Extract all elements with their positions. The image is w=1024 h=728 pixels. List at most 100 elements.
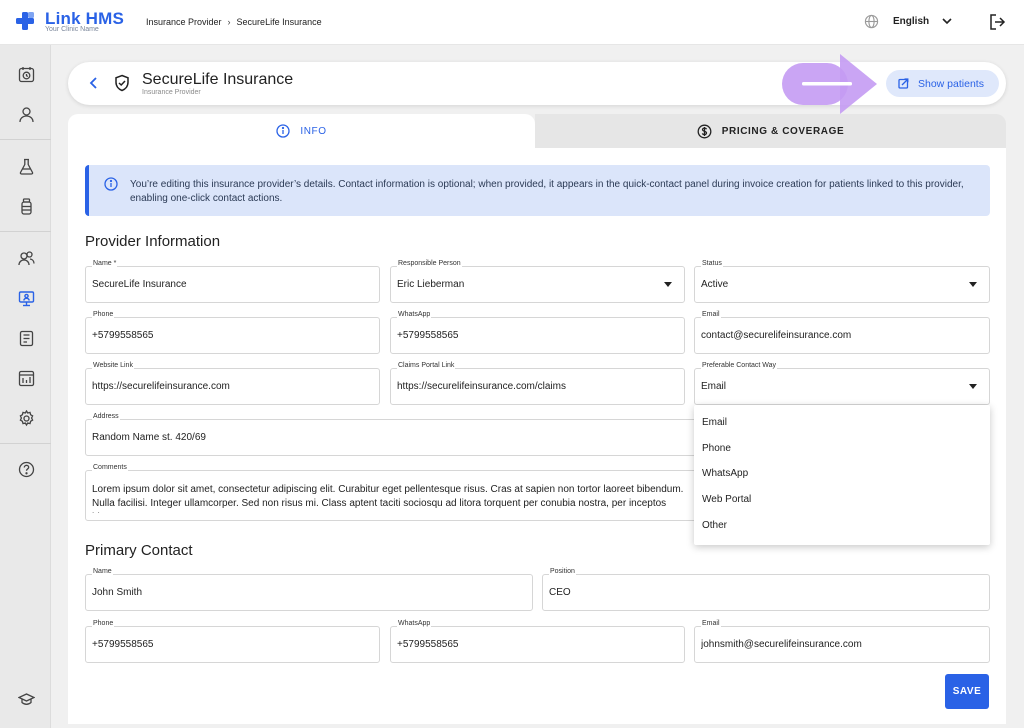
help-icon: [18, 461, 34, 477]
chevron-down-icon: [942, 18, 952, 25]
document-list-icon: [19, 330, 33, 346]
breadcrumb-item-insurance-provider[interactable]: Insurance Provider: [146, 17, 222, 27]
claims-portal-field[interactable]: Claims Portal Link https://securelifeins…: [390, 362, 685, 405]
alert-text: You’re editing this insurance provider’s…: [130, 179, 964, 204]
status-label: Status: [701, 260, 723, 267]
page-subtitle: Insurance Provider: [142, 89, 201, 96]
email-label: Email: [701, 311, 721, 318]
bottle-icon: [20, 197, 32, 215]
section-title-provider: Provider Information: [85, 233, 221, 250]
user-icon: [18, 106, 34, 122]
website-value: https://securelifeinsurance.com: [92, 381, 230, 392]
language-label: English: [893, 16, 930, 27]
whatsapp-label: WhatsApp: [397, 311, 432, 318]
tab-pricing-coverage[interactable]: PRICING & COVERAGE: [535, 114, 1006, 148]
status-value: Active: [701, 279, 729, 290]
contact-position-label: Position: [549, 568, 576, 575]
breadcrumb-item-current: SecureLife Insurance: [236, 17, 322, 27]
contact-whatsapp-value: +5799558565: [397, 639, 459, 650]
back-arrow-icon[interactable]: [86, 75, 102, 91]
logout-icon[interactable]: [989, 14, 1006, 30]
clinic-name: Your Clinic Name: [45, 26, 99, 33]
contact-position-field[interactable]: Position CEO: [542, 568, 990, 611]
settings-icon: [19, 409, 33, 426]
responsible-person-label: Responsible Person: [397, 260, 462, 267]
page-title: SecureLife Insurance: [142, 71, 294, 88]
sidebar-divider: [0, 231, 51, 232]
sidebar-item-help[interactable]: [15, 458, 37, 480]
contact-phone-value: +5799558565: [92, 639, 154, 650]
sidebar-item-learning[interactable]: [15, 688, 37, 710]
sidebar-item-pharmacy[interactable]: [15, 195, 37, 217]
phone-label: Phone: [92, 311, 115, 318]
caret-down-icon: [969, 282, 977, 287]
sidebar-item-staff[interactable]: [15, 247, 37, 269]
top-bar: Link HMS Your Clinic Name Insurance Prov…: [0, 0, 1024, 45]
contact-way-dropdown-menu: Email Phone WhatsApp Web Portal Other: [694, 405, 990, 545]
comments-label: Comments: [92, 464, 128, 471]
contact-phone-label: Phone: [92, 620, 115, 627]
status-select[interactable]: Status Active: [694, 260, 990, 303]
menu-item-phone[interactable]: Phone: [694, 436, 990, 462]
sidebar-item-settings[interactable]: [15, 407, 37, 429]
address-value: Random Name st. 420/69: [92, 432, 206, 443]
info-icon: [104, 177, 118, 191]
sidebar-item-insurance[interactable]: [0, 280, 51, 316]
contact-name-label: Name: [92, 568, 113, 575]
sidebar-item-appointments[interactable]: [15, 63, 37, 85]
report-icon: [18, 370, 34, 386]
preferable-contact-select[interactable]: Preferable Contact Way Email: [694, 362, 990, 405]
preferable-contact-label: Preferable Contact Way: [701, 362, 778, 369]
contact-position-value: CEO: [549, 587, 571, 598]
website-label: Website Link: [92, 362, 134, 369]
show-patients-label: Show patients: [918, 77, 984, 90]
menu-item-web-portal[interactable]: Web Portal: [694, 487, 990, 513]
tab-info[interactable]: INFO: [68, 114, 535, 148]
phone-value: +5799558565: [92, 330, 154, 341]
contact-name-value: John Smith: [92, 587, 143, 598]
comments-value: Lorem ipsum dolor sit amet, consectetur …: [92, 484, 684, 513]
contact-email-label: Email: [701, 620, 721, 627]
email-value: contact@securelifeinsurance.com: [701, 330, 852, 341]
globe-icon: [864, 14, 879, 29]
whatsapp-field[interactable]: WhatsApp +5799558565: [390, 311, 685, 354]
logo-cross-icon: [16, 12, 34, 30]
flask-icon: [19, 158, 33, 175]
monitor-user-icon: [18, 290, 34, 306]
responsible-person-select[interactable]: Responsible Person Eric Lieberman: [390, 260, 685, 303]
calendar-clock-icon: [18, 66, 34, 82]
caret-down-icon: [969, 384, 977, 389]
tab-pricing-label: PRICING & COVERAGE: [721, 125, 845, 137]
contact-name-field[interactable]: Name John Smith: [85, 568, 533, 611]
external-link-icon: [898, 78, 909, 89]
section-title-primary-contact: Primary Contact: [85, 542, 193, 559]
name-field[interactable]: Name * SecureLife Insurance: [85, 260, 380, 303]
show-patients-button[interactable]: Show patients: [886, 70, 999, 97]
whatsapp-value: +5799558565: [397, 330, 459, 341]
claims-portal-label: Claims Portal Link: [397, 362, 456, 369]
annotation-arrow-icon: [782, 54, 877, 114]
users-icon: [17, 250, 35, 265]
sidebar-item-invoices[interactable]: [15, 327, 37, 349]
sidebar-item-lab[interactable]: [15, 155, 37, 177]
save-button[interactable]: SAVE: [945, 674, 989, 709]
menu-item-email[interactable]: Email: [694, 410, 990, 436]
contact-whatsapp-label: WhatsApp: [397, 620, 432, 627]
preferable-contact-value: Email: [701, 381, 727, 392]
website-field[interactable]: Website Link https://securelifeinsurance…: [85, 362, 380, 405]
name-value: SecureLife Insurance: [92, 279, 187, 290]
contact-whatsapp-field[interactable]: WhatsApp +5799558565: [390, 620, 685, 663]
sidebar-item-reports[interactable]: [15, 367, 37, 389]
phone-field[interactable]: Phone +5799558565: [85, 311, 380, 354]
responsible-person-value: Eric Lieberman: [397, 279, 465, 290]
sidebar-item-patients[interactable]: [15, 103, 37, 125]
email-field[interactable]: Email contact@securelifeinsurance.com: [694, 311, 990, 354]
menu-item-whatsapp[interactable]: WhatsApp: [694, 461, 990, 487]
breadcrumb-separator-icon: ›: [227, 17, 231, 27]
sidebar-divider: [0, 139, 51, 140]
menu-item-other[interactable]: Other: [694, 512, 990, 538]
language-selector[interactable]: English: [864, 14, 952, 29]
address-label: Address: [92, 413, 120, 420]
contact-phone-field[interactable]: Phone +5799558565: [85, 620, 380, 663]
contact-email-field[interactable]: Email johnsmith@securelifeinsurance.com: [694, 620, 990, 663]
